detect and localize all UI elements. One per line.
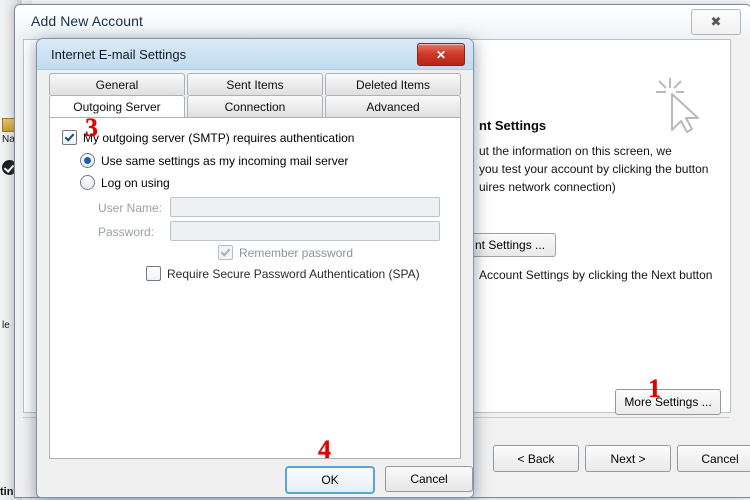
close-icon[interactable]: ✖ (691, 9, 741, 35)
tab-row-primary: General Sent Items Deleted Items (49, 73, 461, 95)
wizard-description-line-3: uires network connection) (479, 180, 616, 194)
smtp-auth-label: My outgoing server (SMTP) requires authe… (83, 130, 355, 145)
next-button[interactable]: Next > (585, 445, 671, 472)
radio-use-same-settings[interactable]: Use same settings as my incoming mail se… (80, 153, 348, 168)
tab-sent-items[interactable]: Sent Items (187, 73, 323, 95)
tab-row-secondary: Outgoing Server Connection Advanced (49, 95, 461, 117)
checkbox-icon (218, 245, 233, 260)
outer-window-titlebar: Add New Account ✖ (15, 5, 750, 37)
cancel-button[interactable]: Cancel (677, 445, 750, 472)
require-spa-checkbox[interactable]: Require Secure Password Authentication (… (146, 266, 420, 281)
more-settings-button[interactable]: More Settings ... (615, 389, 721, 415)
inner-dialog-footer: OK Cancel (37, 463, 473, 497)
ok-button[interactable]: OK (285, 466, 375, 494)
checkbox-icon (62, 130, 77, 145)
require-spa-label: Require Secure Password Authentication (… (167, 266, 420, 281)
test-account-settings-button[interactable]: nt Settings ... (464, 233, 557, 257)
tab-deleted-items[interactable]: Deleted Items (325, 73, 461, 95)
radio-log-on-using[interactable]: Log on using (80, 175, 170, 190)
tab-advanced[interactable]: Advanced (325, 95, 461, 117)
wizard-description-line-2: you test your account by clicking the bu… (479, 162, 709, 176)
password-input[interactable] (170, 221, 440, 241)
remember-password-checkbox[interactable]: Remember password (218, 245, 353, 260)
password-label: Password: (98, 225, 155, 239)
radio-log-on-using-label: Log on using (101, 175, 170, 190)
internet-email-settings-dialog: Internet E-mail Settings ✕ General Sent … (36, 38, 474, 498)
radio-use-same-settings-label: Use same settings as my incoming mail se… (101, 153, 349, 168)
checkbox-icon (146, 266, 161, 281)
back-button[interactable]: < Back (493, 445, 579, 472)
smtp-auth-checkbox[interactable]: My outgoing server (SMTP) requires authe… (62, 130, 354, 145)
radio-icon (80, 175, 95, 190)
close-icon[interactable]: ✕ (417, 43, 465, 66)
wizard-heading: nt Settings (479, 118, 547, 133)
inner-dialog-title: Internet E-mail Settings (51, 47, 187, 62)
background-text-fragment-le: le (2, 320, 10, 331)
tab-general[interactable]: General (49, 73, 185, 95)
inner-cancel-button[interactable]: Cancel (385, 466, 473, 492)
cursor-sparkle-icon (656, 78, 699, 133)
user-name-input[interactable] (170, 197, 440, 217)
tab-control: General Sent Items Deleted Items Outgoin… (49, 73, 461, 459)
radio-icon (80, 153, 95, 168)
tab-connection[interactable]: Connection (187, 95, 323, 117)
wizard-description-line-4: Account Settings by clicking the Next bu… (479, 268, 713, 282)
wizard-description-line-1: ut the information on this screen, we (479, 144, 672, 158)
tab-outgoing-server[interactable]: Outgoing Server (49, 95, 185, 117)
screenshot-root: Na le tingvie Add New Account ✖ nt Setti… (0, 0, 750, 500)
remember-password-label: Remember password (239, 245, 354, 260)
user-name-label: User Name: (98, 201, 163, 215)
inner-dialog-titlebar: Internet E-mail Settings ✕ (37, 39, 473, 70)
outgoing-server-panel: My outgoing server (SMTP) requires authe… (49, 117, 461, 459)
background-text-fragment-na: Na (2, 134, 15, 145)
outer-window-title: Add New Account (31, 13, 144, 29)
